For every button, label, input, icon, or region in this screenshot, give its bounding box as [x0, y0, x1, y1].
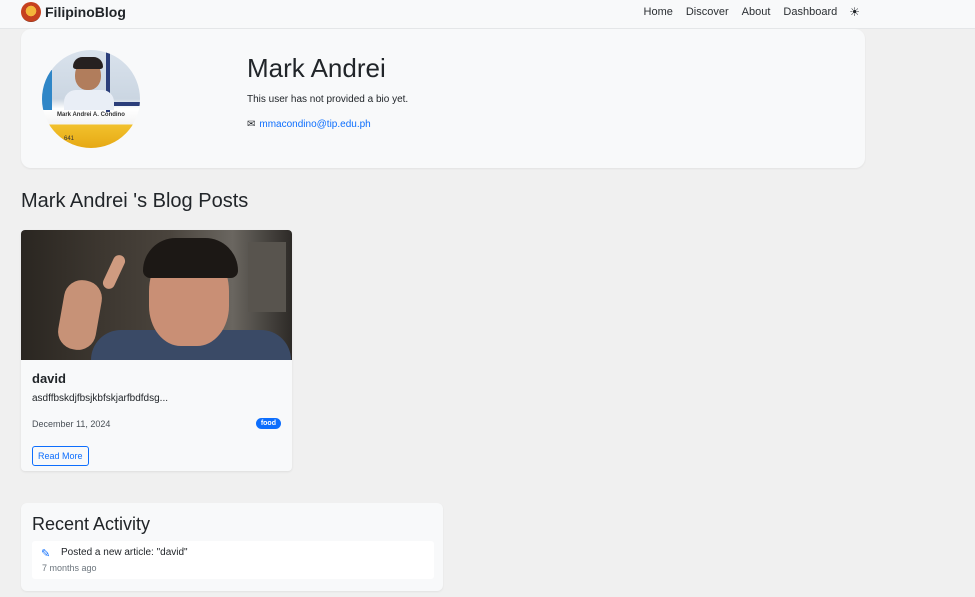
posts-section-title: Mark Andrei 's Blog Posts	[21, 190, 249, 212]
sun-icon[interactable]: ☀	[849, 5, 860, 19]
avatar: Mark Andrei A. Condino 641	[42, 50, 140, 148]
post-excerpt: asdffbskdjfbsjkbfskjarfbdfdsg...	[32, 393, 168, 404]
nav-links: Home Discover About Dashboard ☀	[644, 5, 860, 19]
post-thumbnail[interactable]	[21, 230, 292, 360]
read-more-button[interactable]: Read More	[32, 446, 89, 466]
post-tag-badge[interactable]: food	[255, 418, 281, 429]
email-link[interactable]: mmacondino@tip.edu.ph	[259, 119, 370, 130]
recent-activity-card: Recent Activity ✎ Posted a new article: …	[21, 503, 443, 591]
nav-link-home[interactable]: Home	[644, 6, 673, 18]
pencil-icon: ✎	[41, 548, 51, 560]
activity-title: Recent Activity	[32, 514, 151, 534]
post-title[interactable]: david	[32, 371, 66, 386]
avatar-id-tag: 641	[64, 136, 75, 142]
avatar-name-tag: Mark Andrei A. Condino	[57, 112, 125, 118]
nav-link-dashboard[interactable]: Dashboard	[783, 6, 837, 18]
envelope-icon: ✉	[247, 119, 256, 130]
brand-logo-icon	[21, 2, 41, 22]
post-date: December 11, 2024	[32, 419, 111, 429]
post-card: david asdffbskdjfbsjkbfskjarfbdfdsg... D…	[21, 230, 292, 471]
navbar: FilipinoBlog Home Discover About Dashboa…	[0, 0, 975, 29]
nav-link-about[interactable]: About	[742, 6, 771, 18]
activity-item: ✎ Posted a new article: "david" 7 months…	[32, 541, 434, 579]
profile-card: Mark Andrei A. Condino 641 Mark Andrei T…	[21, 29, 865, 168]
brand-name: FilipinoBlog	[45, 4, 126, 20]
profile-email: ✉ mmacondino@tip.edu.ph	[247, 119, 371, 130]
activity-text: Posted a new article: "david"	[61, 547, 188, 558]
activity-time: 7 months ago	[42, 563, 97, 573]
profile-name: Mark Andrei	[247, 53, 386, 83]
nav-link-discover[interactable]: Discover	[686, 6, 729, 18]
profile-bio: This user has not provided a bio yet.	[247, 94, 409, 105]
brand[interactable]: FilipinoBlog	[21, 2, 126, 22]
